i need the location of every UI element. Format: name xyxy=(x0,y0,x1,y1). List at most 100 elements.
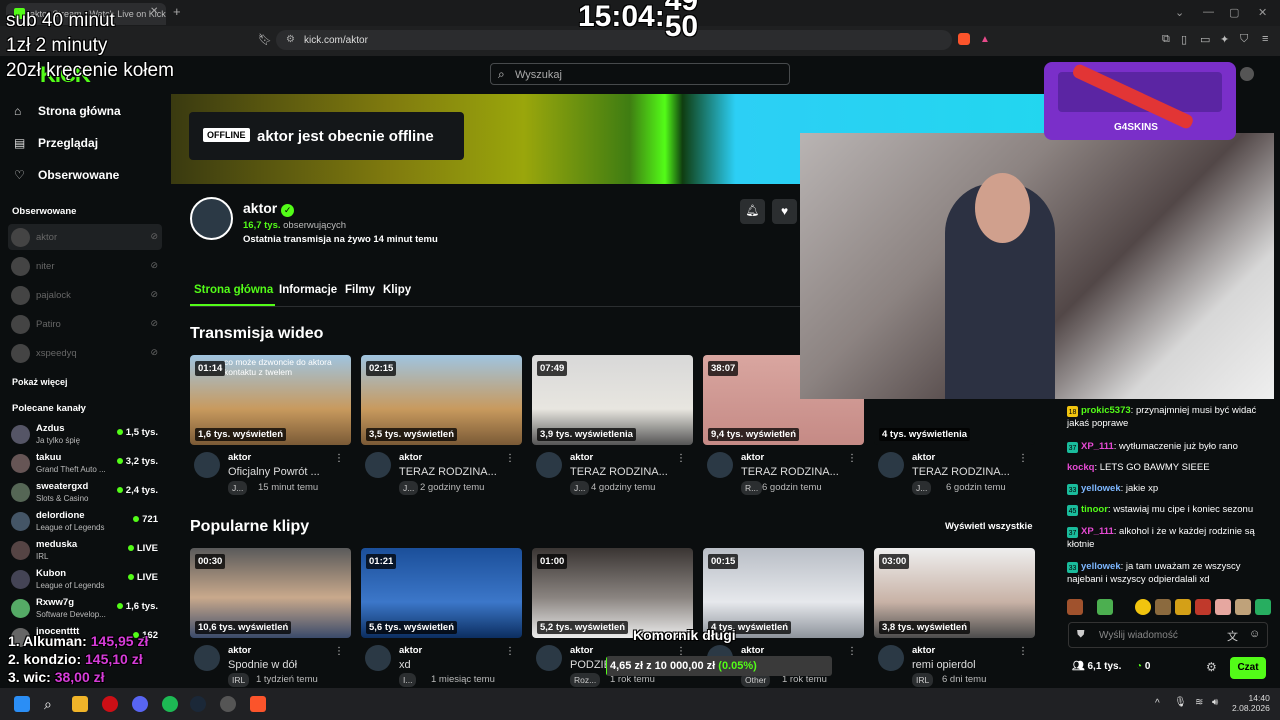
chevron-down-icon[interactable]: ⌄ xyxy=(1175,6,1184,19)
windows-start-icon[interactable] xyxy=(14,696,30,712)
followed-channel[interactable]: xspeedyq ⊘ xyxy=(8,340,162,366)
site-info-icon[interactable]: ⚙︎ xyxy=(286,34,295,45)
window-close-button[interactable]: ✕ xyxy=(1258,6,1267,19)
video-thumbnail[interactable]: 07:49 3,9 tys. wyświetlenia xyxy=(532,355,693,445)
brave-icon[interactable] xyxy=(250,696,266,712)
settings-gear-icon[interactable]: ⚙ xyxy=(1206,660,1217,674)
avatar[interactable] xyxy=(536,645,562,671)
tab-home[interactable]: Strona główna xyxy=(194,284,273,296)
nav-browse[interactable]: ▤ Przeglądaj xyxy=(14,136,98,150)
emote-icon[interactable] xyxy=(1175,599,1191,615)
more-options-icon[interactable]: ⋮ xyxy=(505,453,515,464)
nav-following[interactable]: ♡ Obserwowane xyxy=(14,168,119,182)
timer-overlay: 15:04: 49 50 xyxy=(578,0,699,40)
sidebar-icon[interactable]: ▯ xyxy=(1181,33,1187,46)
brave-shield-icon[interactable] xyxy=(958,33,970,45)
tray-chevron-icon[interactable]: ^ xyxy=(1155,698,1160,709)
avatar[interactable] xyxy=(365,645,391,671)
emote-icon[interactable] xyxy=(1155,599,1171,615)
send-chat-button[interactable]: Czat xyxy=(1230,657,1266,679)
followed-channel[interactable]: niter ⊘ xyxy=(8,253,162,279)
more-options-icon[interactable]: ⋮ xyxy=(676,453,686,464)
more-options-icon[interactable]: ⋮ xyxy=(334,453,344,464)
more-options-icon[interactable]: ⋮ xyxy=(1018,646,1028,657)
file-explorer-icon[interactable] xyxy=(72,696,88,712)
user-avatar[interactable] xyxy=(1240,67,1254,81)
show-more-link[interactable]: Pokaż więcej xyxy=(12,377,68,387)
recommended-channel[interactable]: sweatergxd Slots & Casino 2,4 tys. xyxy=(8,479,162,507)
more-options-icon[interactable]: ⋮ xyxy=(505,646,515,657)
discord-icon[interactable] xyxy=(132,696,148,712)
chat-settings-icon[interactable]: ⛊ xyxy=(1077,629,1085,640)
new-tab-button[interactable]: + xyxy=(173,4,181,19)
avatar[interactable] xyxy=(194,452,220,478)
extensions-icon[interactable]: ⧉ xyxy=(1162,33,1170,46)
recommended-channel[interactable]: takuu Grand Theft Auto ... 3,2 tys. xyxy=(8,450,162,478)
recommended-channel[interactable]: meduska IRL LIVE xyxy=(8,537,162,565)
nav-home[interactable]: ⌂ Strona główna xyxy=(14,104,121,118)
menu-icon[interactable]: ≡ xyxy=(1262,33,1268,45)
emote-icon[interactable] xyxy=(1097,599,1113,615)
more-options-icon[interactable]: ⋮ xyxy=(334,646,344,657)
leo-icon[interactable]: ✦ xyxy=(1220,33,1229,46)
wifi-icon[interactable]: ≋ xyxy=(1195,697,1203,708)
show-all-clips-link[interactable]: Wyświetl wszystkie xyxy=(945,521,1032,532)
more-options-icon[interactable]: ⋮ xyxy=(847,453,857,464)
emote-icon[interactable] xyxy=(1067,599,1083,615)
steam-icon[interactable] xyxy=(190,696,206,712)
clip-thumbnail[interactable]: 00:30 10,6 tys. wyświetleń xyxy=(190,548,351,638)
clip-thumbnail[interactable]: 01:21 5,6 tys. wyświetleń xyxy=(361,548,522,638)
avatar[interactable] xyxy=(878,645,904,671)
opera-icon[interactable] xyxy=(102,696,118,712)
points[interactable]: ◔ 0 xyxy=(1136,661,1150,672)
more-options-icon[interactable]: ⋮ xyxy=(847,646,857,657)
vpn-icon[interactable]: ⛉ xyxy=(1240,33,1248,46)
emote-icon[interactable] xyxy=(1235,599,1251,615)
video-thumbnail[interactable]: co może dzwoncie do aktora kontaktu z tw… xyxy=(190,355,351,445)
emote-icon[interactable] xyxy=(1255,599,1271,615)
search-input[interactable]: ⌕ Wyszukaj xyxy=(490,63,790,85)
clock[interactable]: 14:40 2.08.2026 xyxy=(1232,693,1270,713)
rewards-icon[interactable]: ▲ xyxy=(980,34,990,45)
channel-name[interactable]: aktor ✓ xyxy=(243,200,295,217)
chat-input[interactable]: ⛊ Wyślij wiadomość 文 ☺ xyxy=(1068,622,1268,648)
emote-icon[interactable] xyxy=(1215,599,1231,615)
tab-info[interactable]: Informacje xyxy=(279,284,337,296)
obs-icon[interactable] xyxy=(220,696,236,712)
recommended-channel[interactable]: Azdus Ja tylko śpię 1,5 tys. xyxy=(8,421,162,449)
bookmark-icon[interactable]: 🔖︎ xyxy=(258,33,272,46)
recommended-channel[interactable]: delordione League of Legends 721 xyxy=(8,508,162,536)
recommended-channel[interactable]: Kubon League of Legends LIVE xyxy=(8,566,162,594)
maximize-button[interactable]: ▢ xyxy=(1229,6,1239,19)
clip-thumbnail[interactable]: 03:00 3,8 tys. wyświetleń xyxy=(874,548,1035,638)
translate-icon[interactable]: 文 xyxy=(1227,628,1238,644)
search-icon[interactable]: ⌕ xyxy=(44,696,60,712)
followed-channel[interactable]: Patiro ⊘ xyxy=(8,311,162,337)
mic-icon[interactable]: 🎙︎ xyxy=(1174,697,1187,708)
clip-thumbnail[interactable]: 01:00 5,2 tys. wyświetleń xyxy=(532,548,693,638)
tab-clips[interactable]: Klipy xyxy=(383,284,411,296)
emote-icon[interactable] xyxy=(1195,599,1211,615)
bell-icon[interactable]: 🔔︎ xyxy=(740,199,765,224)
clip-thumbnail[interactable]: 00:15 4 tys. wyświetleń xyxy=(703,548,864,638)
recommended-channel[interactable]: Rxww7g Software Develop... 1,6 tys. xyxy=(8,595,162,623)
channel-avatar[interactable] xyxy=(190,197,233,240)
avatar[interactable] xyxy=(707,452,733,478)
spotify-icon[interactable] xyxy=(162,696,178,712)
emote-icon[interactable] xyxy=(1135,599,1151,615)
followed-channel[interactable]: pajalock ⊘ xyxy=(8,282,162,308)
emote-row[interactable] xyxy=(1067,599,1271,615)
video-thumbnail[interactable]: 02:15 3,5 tys. wyświetleń xyxy=(361,355,522,445)
wallet-icon[interactable]: ▭ xyxy=(1200,33,1210,46)
emoji-icon[interactable]: ☺ xyxy=(1249,628,1260,640)
tab-videos[interactable]: Filmy xyxy=(345,284,375,296)
more-options-icon[interactable]: ⋮ xyxy=(1018,453,1028,464)
avatar[interactable] xyxy=(878,452,904,478)
avatar[interactable] xyxy=(536,452,562,478)
volume-icon[interactable]: 🔊︎ xyxy=(1212,697,1218,708)
avatar[interactable] xyxy=(365,452,391,478)
follow-heart-button[interactable]: ♥ xyxy=(772,199,797,224)
avatar[interactable] xyxy=(194,645,220,671)
followed-channel[interactable]: aktor ⊘ xyxy=(8,224,162,250)
minimize-button[interactable]: — xyxy=(1203,6,1214,18)
